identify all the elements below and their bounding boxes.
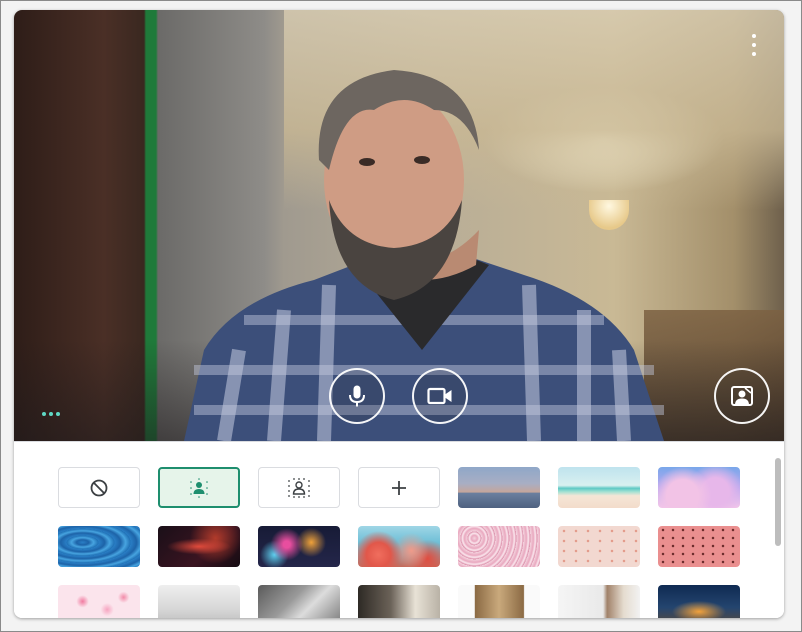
background-bookshelf[interactable] xyxy=(458,585,540,618)
background-petals[interactable] xyxy=(58,585,140,618)
scrollbar-thumb[interactable] xyxy=(775,458,781,546)
more-vert-icon[interactable] xyxy=(747,34,761,56)
background-night-house[interactable] xyxy=(658,585,740,618)
blur-option[interactable] xyxy=(258,467,340,508)
more-horiz-icon[interactable] xyxy=(42,412,60,416)
background-dark-room[interactable] xyxy=(358,585,440,618)
camera-button[interactable] xyxy=(412,368,468,424)
background-pink-dots[interactable] xyxy=(558,526,640,567)
background-pink-flowers[interactable] xyxy=(458,526,540,567)
background-grey-room[interactable] xyxy=(258,585,340,618)
videocam-icon xyxy=(427,387,452,405)
background-replace-icon xyxy=(731,386,753,406)
plus-icon xyxy=(392,480,406,495)
background-fireworks[interactable] xyxy=(258,526,340,567)
effects-picker xyxy=(14,441,784,618)
blur-person-slight-icon xyxy=(190,477,208,498)
background-effects-button[interactable] xyxy=(714,368,770,424)
background-sunset[interactable] xyxy=(458,467,540,508)
background-clouds[interactable] xyxy=(658,467,740,508)
background-water[interactable] xyxy=(58,526,140,567)
video-preview xyxy=(14,10,784,441)
background-beach[interactable] xyxy=(558,467,640,508)
picker-scrollbar[interactable] xyxy=(771,442,784,618)
mic-icon xyxy=(349,385,365,407)
add-background-option[interactable] xyxy=(358,467,440,508)
mic-button[interactable] xyxy=(329,368,385,424)
no-effect-option[interactable] xyxy=(58,467,140,508)
background-flowers[interactable] xyxy=(358,526,440,567)
blur-person-icon xyxy=(288,477,310,498)
slight-blur-option[interactable] xyxy=(158,467,240,508)
background-white-room[interactable] xyxy=(158,585,240,618)
background-nebula[interactable] xyxy=(158,526,240,567)
effects-dialog xyxy=(14,10,784,618)
background-bright-room[interactable] xyxy=(558,585,640,618)
background-red-grid[interactable] xyxy=(658,526,740,567)
block-icon xyxy=(90,479,108,496)
